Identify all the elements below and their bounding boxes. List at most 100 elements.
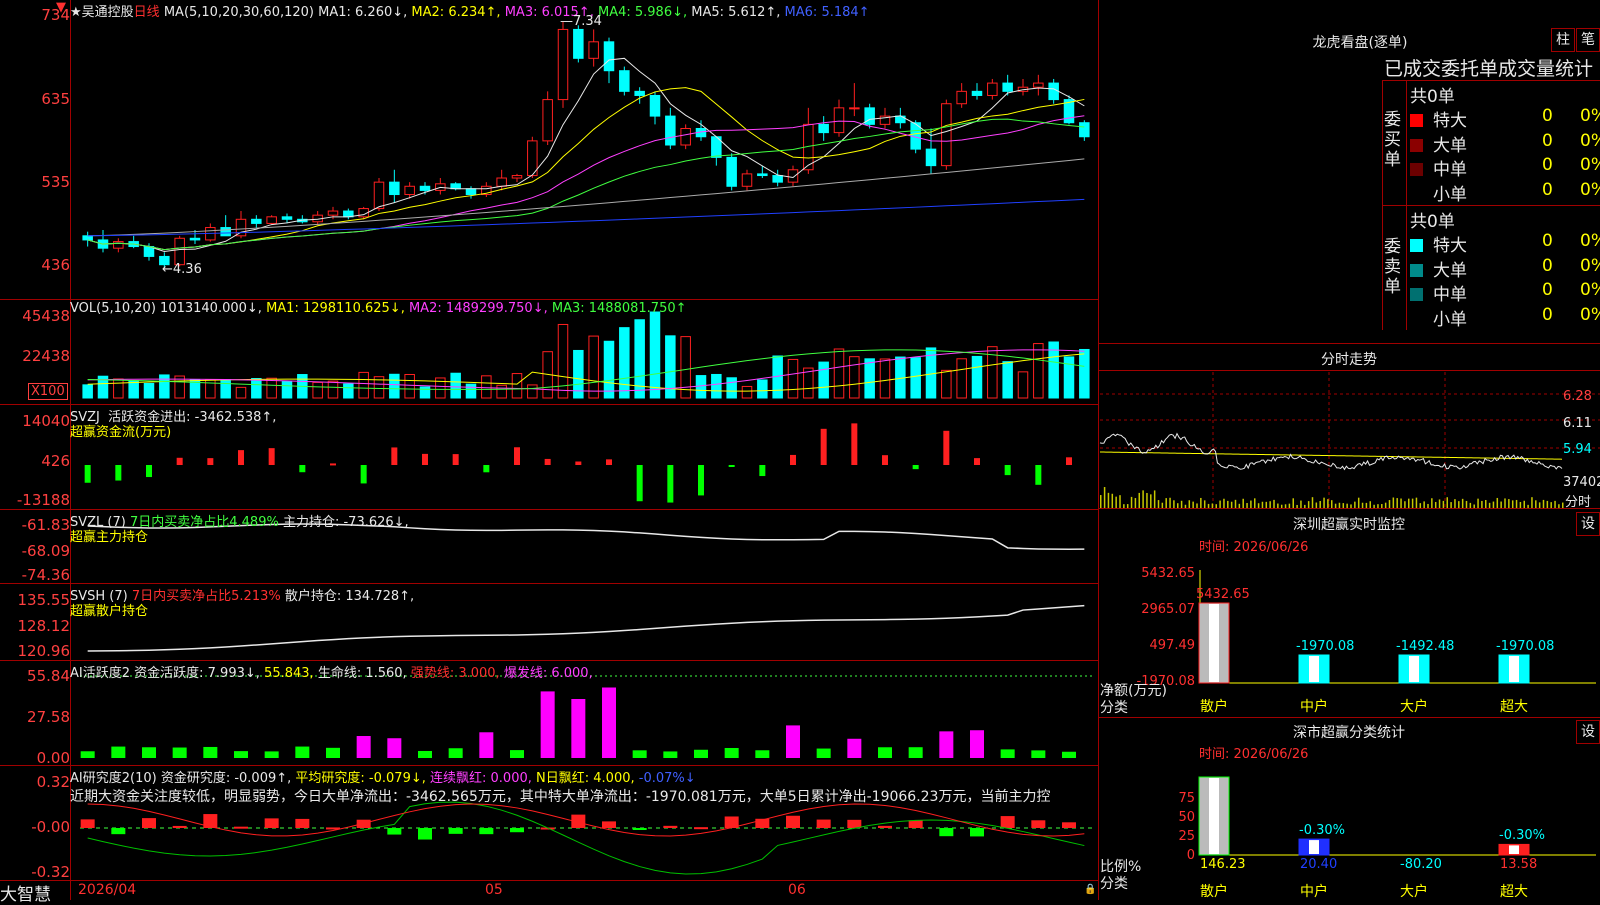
intraday-vol-bar [1415,497,1418,508]
research-bar [111,828,126,835]
sell-order-count: 0 [1542,280,1553,300]
research-bar [632,828,647,830]
sz-monitor-category: 大户 [1400,699,1428,715]
volume-bar [511,373,523,399]
volume-bar [879,358,891,399]
ma6-value: MA6: 5.184↑ [784,5,870,20]
app-brand[interactable]: 大智慧 [0,880,51,905]
buy-order-row: 大单 0 0% [1410,131,1600,156]
sz-monitor-settings-button[interactable]: 设 [1576,512,1600,536]
buy-order-name: 中单 [1433,160,1467,180]
intraday-vol-bar [1138,492,1140,508]
intraday-vol-bar [1319,501,1321,508]
vol-header: VOL(5,10,20) 1013140.000↓, MA1: 1298110.… [70,301,687,316]
sell-order-count: 0 [1542,231,1553,251]
fund-flow-bar [974,458,980,465]
svsh-sub: 超赢散户持仓 [70,604,149,619]
lhkp-tabs[interactable]: 已成交委托单成交量统计 [1384,54,1593,81]
buy-order-count: 0 [1542,106,1553,126]
sz-class-settings-button[interactable]: 设 [1576,720,1600,744]
ma4-value: MA4: 5.986↓, [597,5,688,20]
volume-bar [496,384,507,399]
active-bar [234,751,248,758]
buy-order-row: 小单 0 0% [1410,180,1600,205]
fund-flow-bar [176,457,183,465]
active-bar [142,747,156,758]
active-bar [356,736,371,758]
volume-bar [741,385,753,399]
fund-flow-bar [391,447,398,465]
buy-order-name: 小单 [1433,184,1467,205]
svzl-sub: 超赢主力持仓 [70,530,149,545]
sz-monitor-bar-shine [1309,656,1319,682]
volume-bar [818,361,829,399]
research-bar [847,819,862,828]
bar-mode-button[interactable]: 柱 [1551,28,1575,52]
intraday-vol-bar [1446,497,1448,508]
active-bar [939,731,954,758]
candle-body [726,156,737,187]
intraday-vol-bar [1254,498,1256,508]
tick-mode-button[interactable]: 笔 [1576,28,1600,52]
lock-icon[interactable]: 🔒 [1084,884,1096,895]
sz-monitor-category: 中户 [1300,699,1328,715]
kline-chart[interactable] [0,0,1600,900]
intraday-vol-bar [1438,499,1441,508]
svzj-axis-3: -13188 [16,491,70,509]
date-axis-may: 05 [485,882,503,898]
candle-body [772,175,783,183]
ai-active-desc2: 55.843, [264,666,314,681]
candle-body [603,41,615,72]
sz-monitor-unit2: 分类 [1100,700,1128,716]
research-bar [1000,816,1015,828]
vol-unit-badge[interactable]: X100 [28,383,68,400]
buy-total: 共0单 [1410,87,1455,107]
volume-bar [527,384,538,399]
sz-monitor-axis-1: 5432.65 [1141,566,1195,581]
intraday-vol-bar [1396,498,1398,508]
candle-body [113,241,124,249]
sz-monitor-category: 超大 [1500,699,1528,715]
ai-active-desc5: 爆发线: 6.000, [503,666,593,681]
research-bar [172,825,187,828]
sell-order-swatch [1410,312,1423,326]
active-bar [908,747,923,758]
research-bar [295,818,310,828]
intraday-vol-bar [1461,498,1464,508]
buy-order-row: 中单 0 0% [1410,155,1600,180]
sz-monitor-title: 深圳超赢实时监控 [1293,517,1405,533]
fund-flow-bar [452,454,459,465]
volume-bar [358,371,369,399]
period-label[interactable]: 日线 [134,5,160,20]
sz-class-category: 散户 [1200,884,1228,900]
stock-name[interactable]: 吴通控股 [82,5,134,20]
svsh-axis-2: 128.12 [17,617,71,635]
sz-monitor-bar-shine [1409,656,1419,682]
sz-monitor-value: -1492.48 [1396,639,1455,654]
vol-label: VOL(5,10,20) [70,301,156,316]
intraday-vol-bar [1173,500,1175,508]
fund-flow-bar [146,465,152,478]
candle-body [971,90,983,96]
active-bar [111,746,126,758]
candle-body [1048,82,1059,101]
svsh-axis-3: 120.96 [17,642,71,660]
intraday-vol-bar [1454,499,1456,508]
sell-orders-label: 委卖单 [1384,237,1401,297]
buy-order-swatch [1410,163,1423,176]
fund-flow-bar [606,459,612,465]
volume-bar [619,327,630,399]
active-bar [786,725,800,758]
active-bar [1000,749,1015,758]
candle-body [649,94,661,117]
candle-body [496,177,507,187]
candle-body [757,173,768,177]
ai-research-header: AI研究度2(10) 资金研究度: -0.009↑, 平均研究度: -0.079… [70,767,696,786]
research-bar [510,828,524,833]
sz-class-category: 超大 [1500,884,1528,900]
volume-bar [251,378,262,399]
research-bar [234,826,248,829]
intraday-vol-bar [1234,499,1237,508]
intraday-vol-bar [1523,500,1525,508]
active-bar [724,747,739,758]
